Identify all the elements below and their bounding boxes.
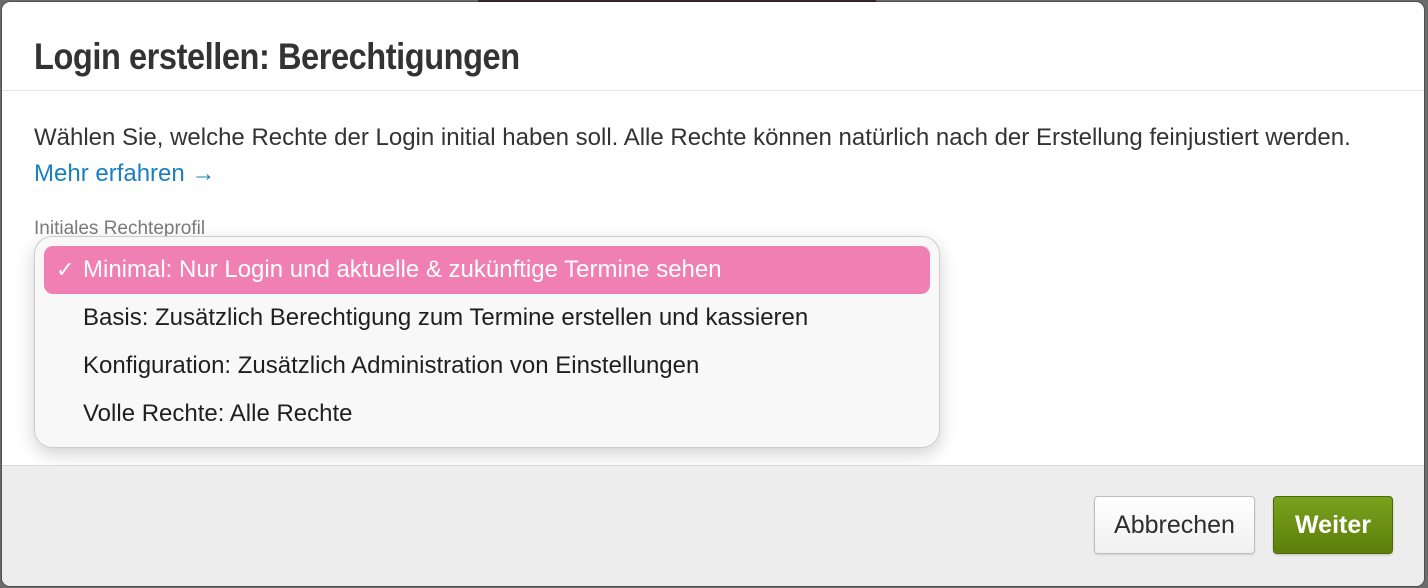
- description-text: Wählen Sie, welche Rechte der Login init…: [34, 124, 1351, 151]
- learn-more-link[interactable]: Mehr erfahren →: [34, 160, 215, 187]
- check-icon: ✓: [56, 257, 75, 282]
- option-basis[interactable]: Basis: Zusätzlich Berechtigung zum Termi…: [44, 294, 930, 342]
- option-label: Volle Rechte: Alle Rechte: [83, 400, 353, 427]
- dialog-footer: Abbrechen Weiter: [2, 465, 1424, 586]
- cancel-button[interactable]: Abbrechen: [1094, 496, 1255, 554]
- dialog-title: Login erstellen: Berechtigungen: [34, 36, 520, 77]
- option-label: Konfiguration: Zusätzlich Administration…: [83, 352, 700, 379]
- next-button[interactable]: Weiter: [1273, 496, 1393, 554]
- option-konfiguration[interactable]: Konfiguration: Zusätzlich Administration…: [44, 342, 930, 390]
- option-minimal[interactable]: ✓ Minimal: Nur Login und aktuelle & zukü…: [44, 246, 930, 294]
- option-volle-rechte[interactable]: Volle Rechte: Alle Rechte: [44, 390, 930, 438]
- option-label: Basis: Zusätzlich Berechtigung zum Termi…: [83, 304, 809, 331]
- header-divider: [2, 90, 1424, 91]
- permissions-dialog: Login erstellen: Berechtigungen Wählen S…: [2, 2, 1424, 586]
- option-label: Minimal: Nur Login und aktuelle & zukünf…: [83, 256, 722, 283]
- dialog-description: Wählen Sie, welche Rechte der Login init…: [34, 120, 1394, 192]
- rights-profile-dropdown[interactable]: ✓ Minimal: Nur Login und aktuelle & zukü…: [34, 236, 940, 448]
